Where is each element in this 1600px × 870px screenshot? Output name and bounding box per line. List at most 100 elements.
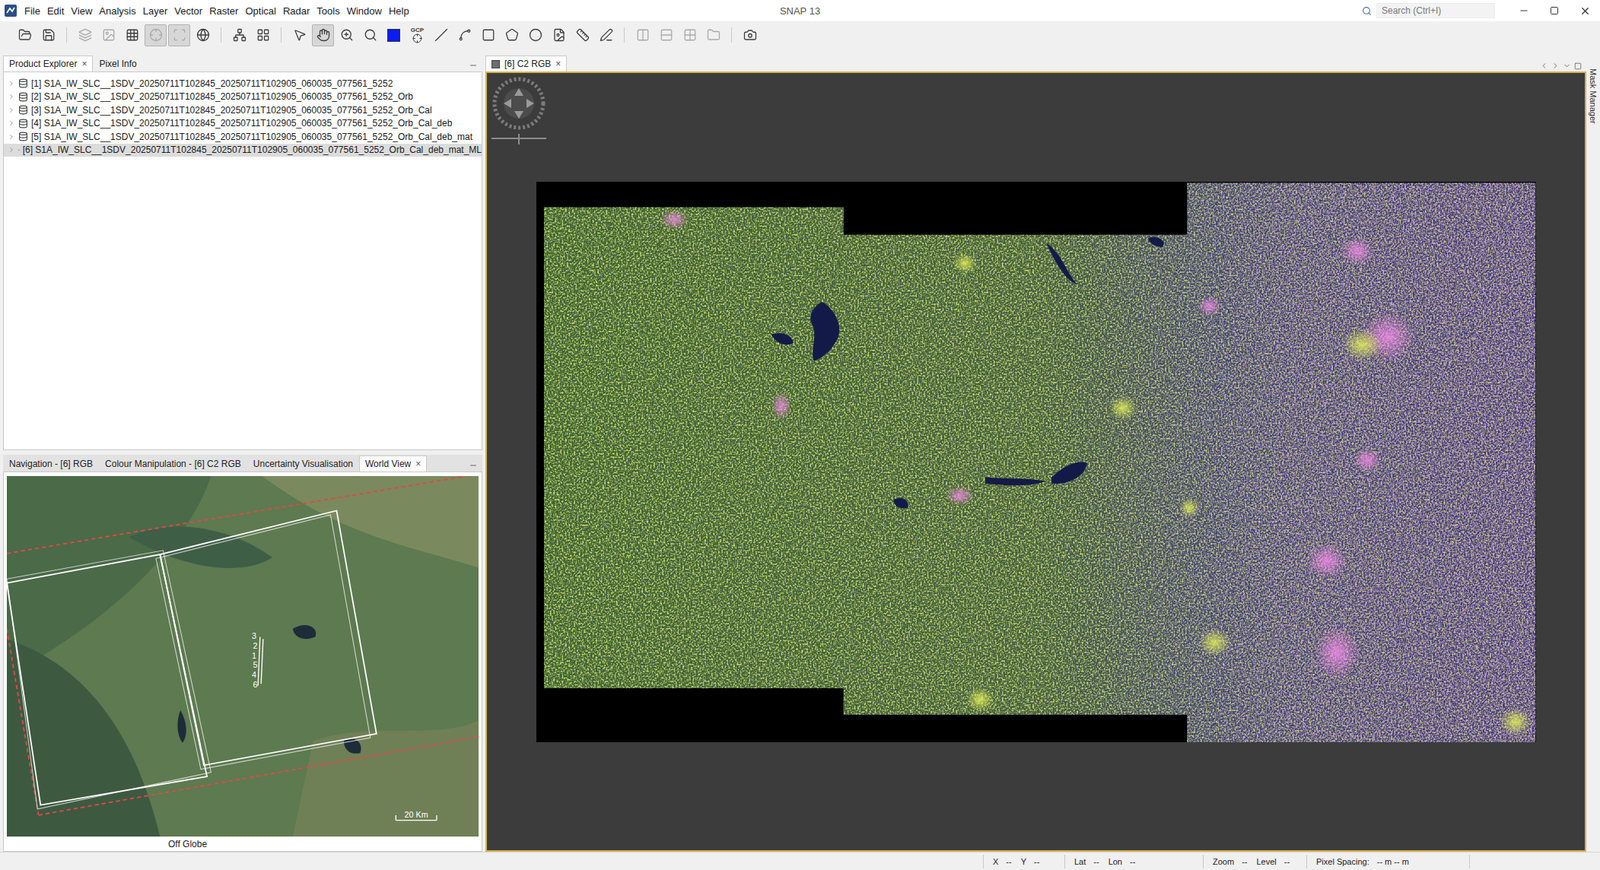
image-tool-button[interactable] [97, 24, 120, 47]
tab-list-button[interactable] [1561, 60, 1573, 72]
scroll-right-button[interactable] [1549, 60, 1562, 72]
rows-tool-button[interactable] [655, 24, 678, 47]
product-icon [18, 92, 29, 102]
menu-item[interactable]: Vector [171, 3, 206, 20]
panel-tab-header: Product Explorer×Pixel Info [3, 54, 483, 72]
tab-close-button[interactable]: × [81, 58, 87, 70]
crosshair-icon [149, 28, 163, 42]
grid-tool-button[interactable] [120, 24, 144, 47]
product-row[interactable]: [1] S1A_IW_SLC__1SDV_20250711T102845_202… [3, 76, 482, 91]
folder-tool-button[interactable] [702, 24, 725, 47]
tile-icon [683, 28, 697, 42]
polygon-icon [505, 28, 519, 42]
polyline-tool-button[interactable] [453, 24, 476, 47]
panel-minimize-button[interactable] [467, 459, 480, 472]
pointer-tool-button[interactable] [288, 24, 311, 47]
minimize-button[interactable] [1508, 0, 1540, 22]
panel-tab[interactable]: Colour Manipulation - [6] C2 RGB [98, 455, 248, 472]
line-tool-button[interactable] [429, 24, 452, 47]
status-value: -- [1033, 857, 1040, 867]
menu-item[interactable]: File [21, 3, 44, 20]
toolbar-separator [731, 27, 732, 43]
gcp-tool-button[interactable]: GCP [406, 24, 429, 47]
image-view[interactable] [485, 71, 1587, 853]
tile-tool-button[interactable] [678, 24, 701, 47]
polygon-tool-button[interactable] [500, 24, 523, 47]
pointer-icon [292, 28, 307, 42]
status-item: Zoom-- [1212, 857, 1247, 867]
crosshair-tool-button[interactable] [144, 24, 167, 47]
world-view-map[interactable]: 32154620 Km [6, 476, 479, 837]
maximize-icon [1574, 62, 1582, 70]
open-icon [18, 28, 32, 42]
maximize-button[interactable] [1539, 0, 1570, 22]
layout-tool-button[interactable] [251, 24, 274, 47]
menu-item[interactable]: Window [343, 3, 385, 20]
chevron-left-icon [1539, 61, 1549, 70]
globe-tool-button[interactable] [191, 24, 214, 47]
swatch-tool-button[interactable] [382, 24, 405, 47]
status-value: -- [1241, 857, 1247, 867]
expand-toggle[interactable] [7, 92, 16, 101]
product-row[interactable]: [2] S1A_IW_SLC__1SDV_20250711T102845_202… [3, 90, 482, 105]
window-title: SNAP 13 [764, 5, 836, 17]
camera-tool-button[interactable] [738, 24, 761, 47]
open-tool-button[interactable] [13, 24, 36, 47]
network-tool-button[interactable] [228, 24, 251, 47]
zoom-tool-tool-button[interactable] [359, 24, 382, 47]
menu-item[interactable]: Edit [44, 3, 67, 20]
file-image-tool-button[interactable] [547, 24, 570, 47]
menu-item[interactable]: Raster [206, 3, 242, 20]
tab-close-button[interactable]: × [555, 58, 561, 70]
product-row[interactable]: [5] S1A_IW_SLC__1SDV_20250711T102845_202… [3, 130, 482, 144]
expand-toggle[interactable] [7, 133, 16, 141]
menu-item[interactable]: Tools [313, 3, 343, 20]
product-row[interactable]: [4] S1A_IW_SLC__1SDV_20250711T102845_202… [3, 117, 482, 131]
panel-tab[interactable]: World View× [359, 455, 427, 472]
expand-toggle[interactable] [7, 146, 16, 154]
product-row[interactable]: [3] S1A_IW_SLC__1SDV_20250711T102845_202… [3, 103, 482, 118]
menu-item[interactable]: Analysis [95, 3, 139, 20]
expand-toggle[interactable] [7, 106, 16, 115]
columns-tool-button[interactable] [631, 24, 654, 47]
chevron-icon [7, 133, 16, 141]
chevron-icon [7, 119, 16, 128]
navigation-compass-icon[interactable] [489, 74, 548, 148]
panel-tab[interactable]: Uncertainty Visualisation [247, 455, 360, 472]
pen-tool-button[interactable] [594, 24, 618, 47]
search-field[interactable]: Search (Ctrl+I) [1376, 3, 1496, 19]
ruler-tool-button[interactable] [571, 24, 594, 47]
expand-toggle[interactable] [7, 119, 16, 128]
menu-item[interactable]: Optical [241, 3, 279, 20]
ellipse-tool-button[interactable] [524, 24, 547, 47]
navigation-control[interactable] [489, 74, 548, 151]
menu-item[interactable]: Layer [139, 3, 172, 20]
save-tool-button[interactable] [37, 24, 60, 47]
zoom-tool-icon [363, 28, 378, 42]
panel-tab[interactable]: Pixel Info [92, 55, 143, 72]
expand-toggle[interactable] [7, 79, 16, 88]
save-icon [41, 28, 56, 42]
editor-tab[interactable]: [6] C2 RGB× [485, 55, 567, 72]
menu-item[interactable]: Help [385, 3, 413, 20]
panel-tab[interactable]: Product Explorer× [3, 55, 93, 72]
zoom-in-tool-button[interactable] [335, 24, 358, 47]
layers-tool-button[interactable] [73, 24, 96, 47]
product-row[interactable]: [6] S1A_IW_SLC__1SDV_20250711T102845_202… [3, 143, 482, 158]
panel-tab[interactable]: Navigation - [6] RGB [3, 455, 99, 472]
world-map: 32154620 Km [6, 476, 479, 837]
rectangle-tool-button[interactable] [477, 24, 500, 47]
sar-rgb-image[interactable] [536, 181, 1537, 743]
close-button[interactable] [1569, 0, 1600, 22]
hand-tool-button[interactable] [311, 24, 334, 47]
status-bar: X--Y--Lat--Lon--Zoom--Level--Pixel Spaci… [0, 852, 1600, 870]
scan-tool-button[interactable] [168, 24, 191, 47]
tab-close-button[interactable]: × [415, 458, 421, 470]
mask-manager-tab[interactable]: Mask Manager [1588, 57, 1598, 853]
panel-minimize-button[interactable] [467, 59, 480, 72]
menu-item[interactable]: Radar [279, 3, 313, 20]
menu-item[interactable]: View [67, 3, 96, 20]
scroll-left-button[interactable] [1538, 60, 1550, 72]
maximize-view-button[interactable] [1572, 60, 1584, 72]
hand-icon [316, 28, 331, 42]
